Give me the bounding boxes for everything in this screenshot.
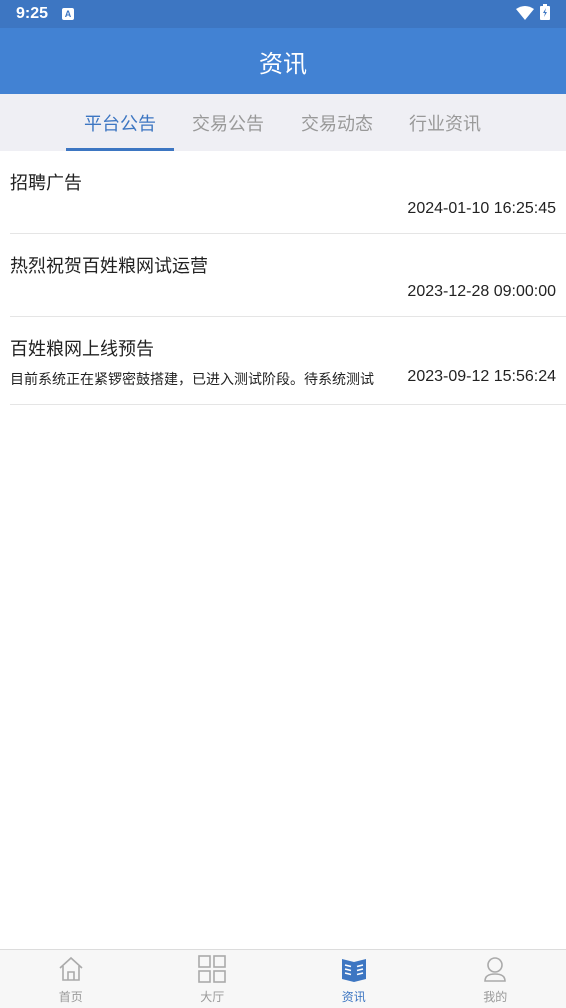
status-bar: 9:25 A xyxy=(0,0,566,28)
tab-trade-notice[interactable]: 交易公告 xyxy=(174,94,282,151)
list-item[interactable]: 百姓粮网上线预告 目前系统正在紧锣密鼓搭建，已进入测试阶段。待系统测试 2023… xyxy=(10,317,566,405)
nav-label: 资讯 xyxy=(341,990,366,1004)
tab-trade-news[interactable]: 交易动态 xyxy=(283,94,391,151)
item-time: 2024-01-10 16:25:45 xyxy=(407,200,556,217)
tab-label: 平台公告 xyxy=(84,113,156,135)
tab-label: 行业资讯 xyxy=(409,113,481,135)
news-icon xyxy=(339,954,369,984)
nav-home[interactable]: 首页 xyxy=(0,950,142,1008)
tab-platform-notice[interactable]: 平台公告 xyxy=(66,94,174,151)
status-time: 9:25 xyxy=(16,5,49,22)
wifi-icon xyxy=(516,5,534,24)
item-title: 热烈祝贺百姓粮网试运营 xyxy=(10,256,208,277)
bottom-nav: 首页 大厅 资讯 我的 xyxy=(0,949,566,1008)
home-icon xyxy=(56,954,86,984)
tab-label: 交易动态 xyxy=(301,113,373,135)
grid-icon xyxy=(197,954,227,984)
notification-badge-icon: A xyxy=(62,8,75,20)
item-time: 2023-12-28 09:00:00 xyxy=(407,283,556,300)
nav-hall[interactable]: 大厅 xyxy=(142,950,284,1008)
user-icon xyxy=(480,954,510,984)
item-title: 招聘广告 xyxy=(10,173,82,194)
item-time: 2023-09-12 15:56:24 xyxy=(407,368,556,385)
nav-label: 大厅 xyxy=(200,990,225,1004)
nav-label: 首页 xyxy=(58,990,83,1004)
tab-label: 交易公告 xyxy=(192,113,264,135)
nav-label: 我的 xyxy=(483,990,508,1004)
list-item[interactable]: 招聘广告 2024-01-10 16:25:45 xyxy=(10,151,566,234)
tab-bar: 平台公告 交易公告 交易动态 行业资讯 xyxy=(0,94,566,151)
nav-news[interactable]: 资讯 xyxy=(283,950,425,1008)
tab-industry-news[interactable]: 行业资讯 xyxy=(391,94,499,151)
news-list: 招聘广告 2024-01-10 16:25:45 热烈祝贺百姓粮网试运营 202… xyxy=(0,151,566,405)
item-description: 目前系统正在紧锣密鼓搭建，已进入测试阶段。待系统测试 xyxy=(10,372,374,388)
nav-mine[interactable]: 我的 xyxy=(425,950,566,1008)
item-title: 百姓粮网上线预告 xyxy=(10,339,154,360)
battery-icon xyxy=(540,4,550,24)
list-item[interactable]: 热烈祝贺百姓粮网试运营 2023-12-28 09:00:00 xyxy=(10,234,566,317)
page-title: 资讯 xyxy=(0,28,566,94)
